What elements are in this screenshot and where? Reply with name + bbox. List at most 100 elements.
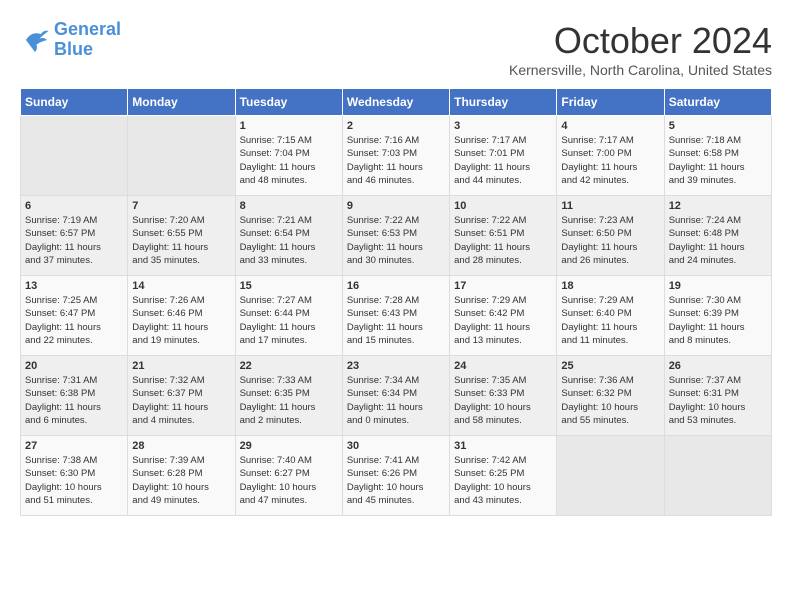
calendar-cell: 18 Sunrise: 7:29 AM Sunset: 6:40 PM Dayli… xyxy=(557,276,664,356)
calendar-cell: 26 Sunrise: 7:37 AM Sunset: 6:31 PM Dayli… xyxy=(664,356,771,436)
day-number: 6 xyxy=(25,200,123,212)
calendar-cell: 3 Sunrise: 7:17 AM Sunset: 7:01 PM Daylig… xyxy=(450,116,557,196)
calendar-cell: 17Sunrise: 7:29 AM Sunset: 6:42 PM Dayli… xyxy=(450,276,557,356)
calendar-week-row: 20Sunrise: 7:31 AM Sunset: 6:38 PM Dayli… xyxy=(21,356,772,436)
day-number: 11 xyxy=(561,200,659,212)
calendar-cell: 8Sunrise: 7:21 AM Sunset: 6:54 PM Daylig… xyxy=(235,196,342,276)
page-header: GeneralBlue October 2024 Kernersville, N… xyxy=(20,20,772,78)
day-number: 7 xyxy=(132,200,230,212)
calendar-cell: 11 Sunrise: 7:23 AM Sunset: 6:50 PM Dayli… xyxy=(557,196,664,276)
day-number: 14 xyxy=(132,280,230,292)
day-number: 18 xyxy=(561,280,659,292)
day-number: 12 xyxy=(669,200,767,212)
column-header-thursday: Thursday xyxy=(450,89,557,116)
day-number: 23 xyxy=(347,360,445,372)
day-number: 19 xyxy=(669,280,767,292)
day-info: Sunrise: 7:26 AM Sunset: 6:46 PM Dayligh… xyxy=(132,294,230,347)
calendar-cell: 7 Sunrise: 7:20 AM Sunset: 6:55 PM Daylig… xyxy=(128,196,235,276)
calendar-cell: 13Sunrise: 7:25 AM Sunset: 6:47 PM Dayli… xyxy=(21,276,128,356)
day-info: Sunrise: 7:22 AM Sunset: 6:53 PM Dayligh… xyxy=(347,214,445,267)
day-info: Sunrise: 7:19 AM Sunset: 6:57 PM Dayligh… xyxy=(25,214,123,267)
calendar-cell: 22 Sunrise: 7:33 AM Sunset: 6:35 PM Dayli… xyxy=(235,356,342,436)
day-number: 30 xyxy=(347,440,445,452)
day-info: Sunrise: 7:17 AM Sunset: 7:00 PM Dayligh… xyxy=(561,134,659,187)
logo-icon xyxy=(20,25,50,55)
day-info: Sunrise: 7:42 AM Sunset: 6:25 PM Dayligh… xyxy=(454,454,552,507)
column-header-monday: Monday xyxy=(128,89,235,116)
day-number: 4 xyxy=(561,120,659,132)
calendar-week-row: 27 Sunrise: 7:38 AM Sunset: 6:30 PM Dayli… xyxy=(21,436,772,516)
day-info: Sunrise: 7:34 AM Sunset: 6:34 PM Dayligh… xyxy=(347,374,445,427)
day-number: 2 xyxy=(347,120,445,132)
calendar-cell: 6 Sunrise: 7:19 AM Sunset: 6:57 PM Daylig… xyxy=(21,196,128,276)
day-info: Sunrise: 7:17 AM Sunset: 7:01 PM Dayligh… xyxy=(454,134,552,187)
day-info: Sunrise: 7:33 AM Sunset: 6:35 PM Dayligh… xyxy=(240,374,338,427)
calendar-cell: 23 Sunrise: 7:34 AM Sunset: 6:34 PM Dayli… xyxy=(342,356,449,436)
day-number: 31 xyxy=(454,440,552,452)
day-info: Sunrise: 7:18 AM Sunset: 6:58 PM Dayligh… xyxy=(669,134,767,187)
column-header-sunday: Sunday xyxy=(21,89,128,116)
day-number: 25 xyxy=(561,360,659,372)
calendar-cell: 2Sunrise: 7:16 AM Sunset: 7:03 PM Daylig… xyxy=(342,116,449,196)
day-number: 1 xyxy=(240,120,338,132)
day-info: Sunrise: 7:30 AM Sunset: 6:39 PM Dayligh… xyxy=(669,294,767,347)
calendar-cell xyxy=(21,116,128,196)
calendar-cell: 20Sunrise: 7:31 AM Sunset: 6:38 PM Dayli… xyxy=(21,356,128,436)
day-info: Sunrise: 7:38 AM Sunset: 6:30 PM Dayligh… xyxy=(25,454,123,507)
day-info: Sunrise: 7:15 AM Sunset: 7:04 PM Dayligh… xyxy=(240,134,338,187)
calendar-cell: 28Sunrise: 7:39 AM Sunset: 6:28 PM Dayli… xyxy=(128,436,235,516)
day-info: Sunrise: 7:29 AM Sunset: 6:40 PM Dayligh… xyxy=(561,294,659,347)
day-info: Sunrise: 7:23 AM Sunset: 6:50 PM Dayligh… xyxy=(561,214,659,267)
day-number: 29 xyxy=(240,440,338,452)
calendar-cell: 4 Sunrise: 7:17 AM Sunset: 7:00 PM Daylig… xyxy=(557,116,664,196)
day-info: Sunrise: 7:22 AM Sunset: 6:51 PM Dayligh… xyxy=(454,214,552,267)
day-info: Sunrise: 7:32 AM Sunset: 6:37 PM Dayligh… xyxy=(132,374,230,427)
calendar-cell: 21Sunrise: 7:32 AM Sunset: 6:37 PM Dayli… xyxy=(128,356,235,436)
calendar-cell: 12Sunrise: 7:24 AM Sunset: 6:48 PM Dayli… xyxy=(664,196,771,276)
title-block: October 2024 Kernersville, North Carolin… xyxy=(509,20,772,78)
day-number: 20 xyxy=(25,360,123,372)
logo-text: GeneralBlue xyxy=(54,20,121,60)
calendar-cell: 24 Sunrise: 7:35 AM Sunset: 6:33 PM Dayli… xyxy=(450,356,557,436)
calendar-week-row: 13Sunrise: 7:25 AM Sunset: 6:47 PM Dayli… xyxy=(21,276,772,356)
calendar-cell xyxy=(128,116,235,196)
day-info: Sunrise: 7:37 AM Sunset: 6:31 PM Dayligh… xyxy=(669,374,767,427)
calendar-table: SundayMondayTuesdayWednesdayThursdayFrid… xyxy=(20,88,772,516)
day-number: 3 xyxy=(454,120,552,132)
calendar-cell: 14 Sunrise: 7:26 AM Sunset: 6:46 PM Dayli… xyxy=(128,276,235,356)
day-info: Sunrise: 7:29 AM Sunset: 6:42 PM Dayligh… xyxy=(454,294,552,347)
calendar-cell xyxy=(664,436,771,516)
calendar-cell: 5 Sunrise: 7:18 AM Sunset: 6:58 PM Daylig… xyxy=(664,116,771,196)
logo: GeneralBlue xyxy=(20,20,121,60)
column-header-saturday: Saturday xyxy=(664,89,771,116)
month-title: October 2024 xyxy=(509,20,772,62)
calendar-week-row: 6 Sunrise: 7:19 AM Sunset: 6:57 PM Daylig… xyxy=(21,196,772,276)
column-header-wednesday: Wednesday xyxy=(342,89,449,116)
day-info: Sunrise: 7:36 AM Sunset: 6:32 PM Dayligh… xyxy=(561,374,659,427)
day-info: Sunrise: 7:20 AM Sunset: 6:55 PM Dayligh… xyxy=(132,214,230,267)
day-info: Sunrise: 7:28 AM Sunset: 6:43 PM Dayligh… xyxy=(347,294,445,347)
day-number: 24 xyxy=(454,360,552,372)
calendar-cell: 25 Sunrise: 7:36 AM Sunset: 6:32 PM Dayli… xyxy=(557,356,664,436)
column-header-friday: Friday xyxy=(557,89,664,116)
day-info: Sunrise: 7:25 AM Sunset: 6:47 PM Dayligh… xyxy=(25,294,123,347)
calendar-cell: 27 Sunrise: 7:38 AM Sunset: 6:30 PM Dayli… xyxy=(21,436,128,516)
day-info: Sunrise: 7:40 AM Sunset: 6:27 PM Dayligh… xyxy=(240,454,338,507)
day-number: 5 xyxy=(669,120,767,132)
column-header-tuesday: Tuesday xyxy=(235,89,342,116)
day-number: 28 xyxy=(132,440,230,452)
day-number: 26 xyxy=(669,360,767,372)
calendar-cell xyxy=(557,436,664,516)
day-info: Sunrise: 7:35 AM Sunset: 6:33 PM Dayligh… xyxy=(454,374,552,427)
calendar-cell: 15Sunrise: 7:27 AM Sunset: 6:44 PM Dayli… xyxy=(235,276,342,356)
day-number: 10 xyxy=(454,200,552,212)
calendar-cell: 16Sunrise: 7:28 AM Sunset: 6:43 PM Dayli… xyxy=(342,276,449,356)
day-number: 27 xyxy=(25,440,123,452)
calendar-cell: 1 Sunrise: 7:15 AM Sunset: 7:04 PM Daylig… xyxy=(235,116,342,196)
calendar-week-row: 1 Sunrise: 7:15 AM Sunset: 7:04 PM Daylig… xyxy=(21,116,772,196)
calendar-cell: 10 Sunrise: 7:22 AM Sunset: 6:51 PM Dayli… xyxy=(450,196,557,276)
day-number: 8 xyxy=(240,200,338,212)
day-number: 15 xyxy=(240,280,338,292)
day-number: 22 xyxy=(240,360,338,372)
day-number: 9 xyxy=(347,200,445,212)
